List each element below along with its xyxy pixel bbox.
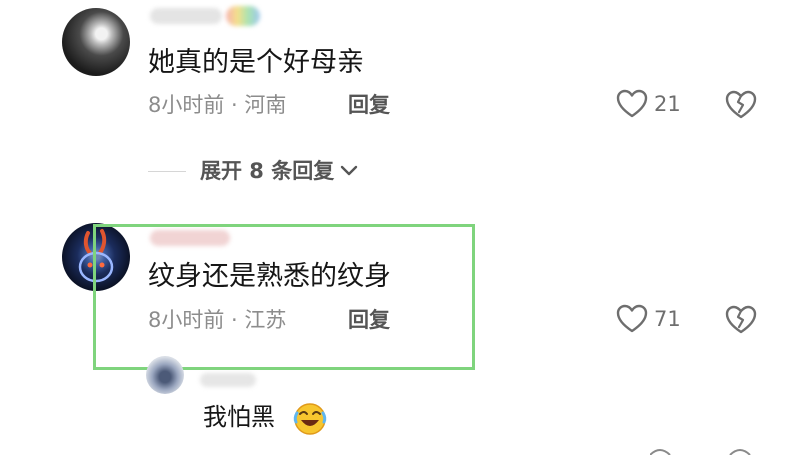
comment-text: 她真的是个好母亲 [148,47,364,78]
broken-heart-icon [725,90,757,119]
like-button[interactable]: 21 [616,89,681,119]
divider [148,171,186,172]
like-button[interactable]: 71 [616,304,681,334]
like-count: 21 [654,92,681,116]
user-badge-icon [226,6,260,26]
heart-icon [616,89,648,118]
expand-replies-label: 展开 8 条回复 [200,159,335,183]
expand-replies-button[interactable]: 展开 8 条回复 [200,156,358,186]
reply-button[interactable]: 回复 [348,90,390,120]
comment-avatar[interactable] [62,8,130,76]
like-count: 71 [654,307,681,331]
reply-avatar[interactable] [146,356,184,394]
heart-icon [616,304,648,333]
chevron-down-icon [341,165,358,176]
highlight-box [93,224,475,370]
dislike-button[interactable] [724,89,758,125]
reply-username[interactable]: 用户 [200,373,256,387]
reply-text: 我怕黑 [203,403,275,431]
dislike-button[interactable] [724,304,758,340]
comment-meta: 8小时前 · 河南 [148,93,287,117]
comment-username[interactable]: 用户 [150,8,222,24]
broken-heart-icon [725,305,757,334]
rofl-emoji-icon [292,400,328,440]
